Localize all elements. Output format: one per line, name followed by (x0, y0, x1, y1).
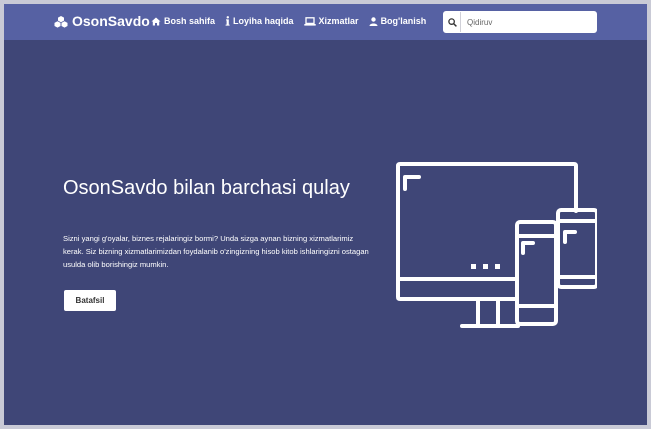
nav-link-label: Xizmatlar (318, 16, 359, 26)
info-icon (225, 16, 230, 26)
search-input[interactable] (461, 13, 591, 31)
user-icon (369, 16, 378, 26)
nav-link-bosh-sahifa[interactable]: Bosh sahifa (151, 16, 215, 26)
nav-link-label: Loyiha haqida (233, 16, 294, 26)
search-box (443, 11, 597, 33)
hero-title: OsonSavdo bilan barchasi qulay (63, 177, 350, 199)
nav-link-xizmatlar[interactable]: Xizmatlar (303, 16, 359, 26)
search-button[interactable] (444, 12, 461, 32)
laptop-icon (303, 16, 316, 26)
page: OsonSavdo Bosh sahifa Loyiha haqida Xizm… (4, 4, 647, 425)
hero-description: Sizni yangi g'oyalar, biznes rejalaringi… (63, 234, 369, 269)
brand-link[interactable]: OsonSavdo (54, 13, 150, 29)
brand-name: OsonSavdo (72, 13, 150, 29)
nav-link-boglanish[interactable]: Bog'lanish (369, 16, 427, 26)
batafsil-button[interactable]: Batafsil (64, 290, 116, 311)
navbar: OsonSavdo Bosh sahifa Loyiha haqida Xizm… (4, 4, 647, 40)
cubes-icon (54, 15, 68, 28)
devices-icon (396, 162, 597, 328)
home-icon (151, 17, 161, 25)
nav-link-loyiha-haqida[interactable]: Loyiha haqida (225, 16, 294, 26)
nav-link-label: Bosh sahifa (164, 16, 216, 26)
nav-menu: Bosh sahifa Loyiha haqida Xizmatlar Bog'… (151, 16, 426, 26)
search-icon (447, 17, 457, 27)
nav-link-label: Bog'lanish (380, 16, 427, 26)
